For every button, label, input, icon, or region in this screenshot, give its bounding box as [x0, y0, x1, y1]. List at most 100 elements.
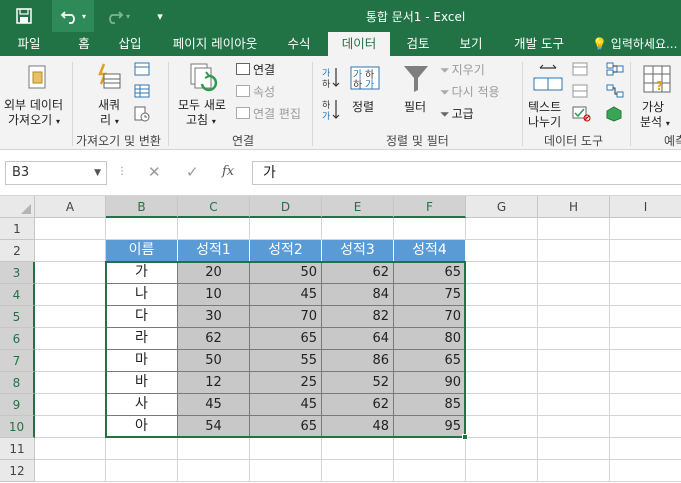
tell-me-box[interactable]: 💡 입력하세요...: [592, 32, 677, 56]
cell-B8[interactable]: 바: [106, 372, 178, 394]
cell-D1[interactable]: [250, 218, 322, 240]
column-header-h[interactable]: H: [538, 196, 610, 218]
flash-fill-icon[interactable]: [572, 62, 588, 79]
formula-input[interactable]: 가: [252, 161, 681, 185]
cell-H3[interactable]: [538, 262, 610, 284]
cell-A4[interactable]: [35, 284, 106, 306]
cell-E4[interactable]: 84: [322, 284, 394, 306]
cell-I5[interactable]: [610, 306, 681, 328]
cell-F8[interactable]: 90: [394, 372, 466, 394]
cell-B5[interactable]: 다: [106, 306, 178, 328]
row-header-5[interactable]: 5: [0, 306, 35, 328]
column-header-e[interactable]: E: [322, 196, 394, 218]
cell-G10[interactable]: [466, 416, 538, 438]
properties-button[interactable]: 속성: [236, 85, 275, 100]
column-header-c[interactable]: C: [178, 196, 250, 218]
cell-E10[interactable]: 48: [322, 416, 394, 438]
cell-D7[interactable]: 55: [250, 350, 322, 372]
cell-E2[interactable]: 성적3: [322, 240, 394, 262]
cell-E6[interactable]: 64: [322, 328, 394, 350]
row-header-12[interactable]: 12: [0, 460, 35, 482]
sort-button[interactable]: 가 하 하 가 정렬: [348, 60, 384, 128]
refresh-all-button[interactable]: 모두 새로 고침 ▾: [174, 60, 232, 128]
cell-E12[interactable]: [322, 460, 394, 482]
cell-E8[interactable]: 52: [322, 372, 394, 394]
cell-E9[interactable]: 62: [322, 394, 394, 416]
show-queries-icon[interactable]: [134, 62, 150, 79]
row-header-10[interactable]: 10: [0, 416, 35, 438]
cell-I4[interactable]: [610, 284, 681, 306]
row-header-3[interactable]: 3: [0, 262, 35, 284]
cell-H4[interactable]: [538, 284, 610, 306]
cell-F1[interactable]: [394, 218, 466, 240]
cell-A6[interactable]: [35, 328, 106, 350]
cell-F11[interactable]: [394, 438, 466, 460]
cell-H9[interactable]: [538, 394, 610, 416]
column-header-b[interactable]: B: [106, 196, 178, 218]
cell-B7[interactable]: 마: [106, 350, 178, 372]
cell-H6[interactable]: [538, 328, 610, 350]
cell-B6[interactable]: 라: [106, 328, 178, 350]
cell-A5[interactable]: [35, 306, 106, 328]
cell-H11[interactable]: [538, 438, 610, 460]
what-if-analysis-button[interactable]: ? 가상 분석 ▾: [634, 60, 681, 129]
cell-A12[interactable]: [35, 460, 106, 482]
cell-B1[interactable]: [106, 218, 178, 240]
sort-asc-button[interactable]: 가하: [322, 66, 340, 91]
cell-F7[interactable]: 65: [394, 350, 466, 372]
cell-E7[interactable]: 86: [322, 350, 394, 372]
chevron-down-icon[interactable]: ▼: [94, 162, 101, 184]
cell-E3[interactable]: 62: [322, 262, 394, 284]
column-header-a[interactable]: A: [35, 196, 106, 218]
cell-G9[interactable]: [466, 394, 538, 416]
from-table-icon[interactable]: [134, 84, 150, 101]
cell-E1[interactable]: [322, 218, 394, 240]
cell-D8[interactable]: 25: [250, 372, 322, 394]
cell-C7[interactable]: 50: [178, 350, 250, 372]
cell-C6[interactable]: 62: [178, 328, 250, 350]
cell-A7[interactable]: [35, 350, 106, 372]
cell-I11[interactable]: [610, 438, 681, 460]
cell-A11[interactable]: [35, 438, 106, 460]
row-header-9[interactable]: 9: [0, 394, 35, 416]
cell-D10[interactable]: 65: [250, 416, 322, 438]
cell-I10[interactable]: [610, 416, 681, 438]
cell-F5[interactable]: 70: [394, 306, 466, 328]
cell-B9[interactable]: 사: [106, 394, 178, 416]
cell-A10[interactable]: [35, 416, 106, 438]
advanced-filter-button[interactable]: ⏷ 고급: [440, 107, 474, 122]
tab-formulas[interactable]: 수식: [276, 32, 322, 56]
cell-G11[interactable]: [466, 438, 538, 460]
sort-desc-button[interactable]: 하가: [322, 98, 340, 123]
cell-I1[interactable]: [610, 218, 681, 240]
get-external-data-button[interactable]: 외부 데이터 가져오기 ▾: [2, 60, 70, 128]
cell-C1[interactable]: [178, 218, 250, 240]
cell-F2[interactable]: 성적4: [394, 240, 466, 262]
cell-B3[interactable]: 가: [106, 262, 178, 284]
cell-D4[interactable]: 45: [250, 284, 322, 306]
cell-G5[interactable]: [466, 306, 538, 328]
cancel-button[interactable]: ✕: [148, 163, 161, 181]
cell-D2[interactable]: 성적2: [250, 240, 322, 262]
cell-G1[interactable]: [466, 218, 538, 240]
tab-page-layout[interactable]: 페이지 레이아웃: [162, 32, 268, 56]
row-header-4[interactable]: 4: [0, 284, 35, 306]
cell-G8[interactable]: [466, 372, 538, 394]
tab-insert[interactable]: 삽입: [108, 32, 152, 56]
cell-I9[interactable]: [610, 394, 681, 416]
consolidate-icon[interactable]: [606, 62, 624, 79]
row-header-6[interactable]: 6: [0, 328, 35, 350]
data-model-icon[interactable]: [606, 106, 622, 125]
cell-F12[interactable]: [394, 460, 466, 482]
worksheet-grid[interactable]: A B C D E F G H I 1 2 이름 성적1 성적2 성적3 성적4 3 가 20 50 62 65 4 나 10 4…: [0, 196, 681, 483]
cell-D11[interactable]: [250, 438, 322, 460]
cell-I7[interactable]: [610, 350, 681, 372]
reapply-button[interactable]: ⏷ 다시 적용: [440, 85, 500, 100]
cell-D5[interactable]: 70: [250, 306, 322, 328]
insert-function-button[interactable]: fx: [222, 164, 234, 179]
remove-duplicates-icon[interactable]: [572, 84, 588, 101]
edit-links-button[interactable]: 연결 편집: [236, 107, 301, 122]
cell-G4[interactable]: [466, 284, 538, 306]
cell-I8[interactable]: [610, 372, 681, 394]
cell-A9[interactable]: [35, 394, 106, 416]
